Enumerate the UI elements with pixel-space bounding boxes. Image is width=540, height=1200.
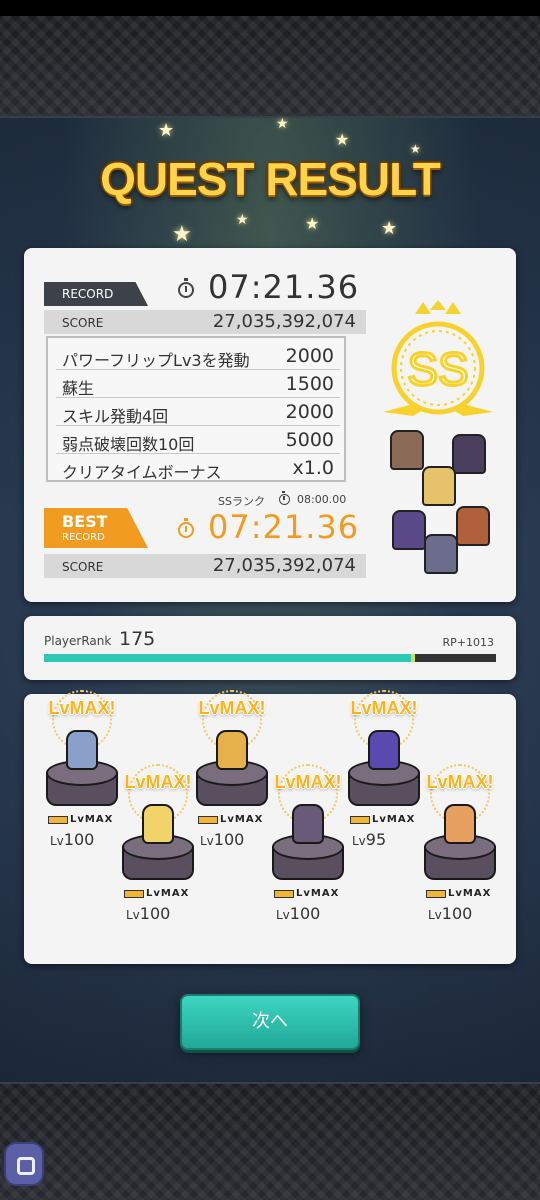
rank-progress-tip [410,654,415,662]
character-sprite [456,506,490,546]
character-sprite [392,510,426,550]
character-sprite [452,434,486,474]
party-unit: LvMAX! LvMAX Lv100 [420,764,500,944]
bonus-value: x1.0 [292,457,334,479]
best-score-bar: SCORE 27,035,392,074 [44,554,366,578]
ss-rank-time: 08:00.00 [297,493,347,506]
timer-icon [279,491,290,505]
star-icon: ★ [172,222,192,247]
character-sprite [368,730,400,770]
lvmax-badge: LvMAX [198,814,268,825]
bonus-name: スキル発動4回 [62,407,169,426]
unit-level: Lv100 [50,830,95,849]
best-tag-line2: RECORD [62,532,105,543]
bonus-name: 蘇生 [62,379,95,398]
timer-icon [178,518,194,538]
player-rank-value: 175 [119,628,156,650]
page-title: QUEST RESULT [100,153,441,205]
record-score-bar: SCORE 27,035,392,074 [44,310,366,334]
bonus-value: 5000 [285,429,334,451]
ss-rank-badge: SS [383,300,493,416]
lvmax-badge: LvMAX [48,814,118,825]
character-sprite [422,466,456,506]
ss-badge-text: SS [407,343,468,395]
rank-progress-fill [44,654,415,662]
character-sprite [66,730,98,770]
lvmax-label: LvMAX! [198,698,266,718]
bonus-value: 1500 [285,373,334,395]
unit-level: Lv100 [200,830,245,849]
list-item: スキル発動4回 2000 [56,398,340,426]
rp-gain: RP+1013 [442,636,495,649]
party-unit: LvMAX! LvMAX Lv100 [268,764,348,944]
score-label: SCORE [62,316,104,330]
lvmax-label: LvMAX! [48,698,116,718]
bonus-value: 2000 [285,345,334,367]
rank-progress-bar [44,654,496,662]
status-bar [0,0,540,16]
character-sprite [292,804,324,844]
record-tag: RECORD [44,282,148,306]
bonus-name: クリアタイムボーナス [62,463,222,482]
bonus-name: 弱点破壊回数10回 [62,435,195,454]
bonus-list: パワーフリップLv3を発動 2000 蘇生 1500 スキル発動4回 2000 … [46,336,346,482]
star-icon: ★ [236,212,249,228]
bonus-value: 2000 [285,401,334,423]
star-icon: ★ [276,116,289,132]
best-score: 27,035,392,074 [212,555,356,576]
best-time: 07:21.36 [208,508,360,546]
character-sprite [390,430,424,470]
lvmax-label: LvMAX! [274,772,342,792]
bonus-name: パワーフリップLv3を発動 [62,351,250,370]
list-item: 蘇生 1500 [56,370,340,398]
best-tag-line1: BEST [62,512,108,531]
character-sprite [424,534,458,574]
unit-level: Lv95 [352,830,387,849]
party-unit: LvMAX! LvMAX Lv100 [118,764,198,944]
unit-level: Lv100 [276,904,321,923]
character-sprite [216,730,248,770]
character-group [386,430,496,580]
lvmax-label: LvMAX! [350,698,418,718]
star-icon: ★ [381,218,398,239]
lvmax-label: LvMAX! [426,772,494,792]
list-item: 弱点破壊回数10回 5000 [56,426,340,454]
ss-rank-label: SSランク [218,495,265,508]
lvmax-badge: LvMAX [426,888,496,899]
app-switcher-icon[interactable] [4,1142,44,1186]
lvmax-badge: LvMAX [274,888,344,899]
list-item: クリアタイムボーナス x1.0 [56,454,340,482]
lvmax-badge: LvMAX [124,888,194,899]
player-rank-label: PlayerRank [44,634,112,648]
top-checker-band [0,16,540,118]
lvmax-badge: LvMAX [350,814,420,825]
score-label: SCORE [62,560,104,574]
star-icon: ★ [158,120,175,141]
star-icon: ★ [335,130,350,149]
list-item: パワーフリップLv3を発動 2000 [56,342,340,370]
character-sprite [142,804,174,844]
bottom-checker-band [0,1082,540,1200]
star-icon: ★ [305,214,320,233]
unit-level: Lv100 [428,904,473,923]
timer-icon [178,278,194,298]
player-rank-panel: PlayerRank 175 RP+1013 [24,616,516,680]
record-time: 07:21.36 [208,268,360,306]
character-sprite [444,804,476,844]
record-score: 27,035,392,074 [212,311,356,332]
unit-level: Lv100 [126,904,171,923]
next-button[interactable]: 次へ [180,994,360,1050]
